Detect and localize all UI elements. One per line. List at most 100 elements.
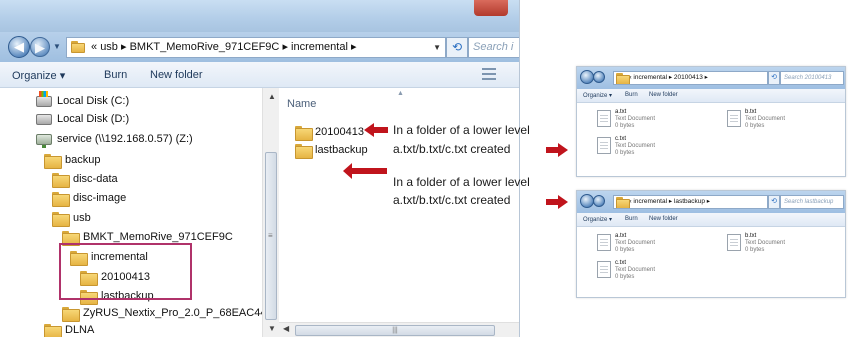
text-document-icon: [597, 261, 611, 278]
folder-icon: [52, 191, 70, 207]
file-name: a.txt: [615, 233, 627, 239]
scroll-down-arrow-icon[interactable]: ▼: [268, 324, 276, 333]
explorer-window: ◀ ▶ ▼ « usb ▸ BMKT_MemoRive_971CEF9C ▸ i…: [0, 0, 520, 337]
burn-button[interactable]: Burn: [625, 92, 638, 98]
sort-arrow-icon: ▲: [397, 90, 404, 97]
tree-item-local-disk-d[interactable]: Local Disk (D:): [36, 110, 129, 128]
refresh-icon[interactable]: ⟲: [446, 37, 468, 58]
organize-button[interactable]: Organize ▾: [12, 69, 65, 82]
file-name: b.txt: [745, 109, 757, 115]
left-arrow-icon: [364, 123, 388, 137]
forward-arrow-icon[interactable]: [593, 195, 605, 207]
file-name: a.txt: [615, 109, 627, 115]
back-arrow-icon[interactable]: [580, 70, 594, 84]
refresh-icon[interactable]: ⟲: [768, 195, 780, 209]
scroll-up-arrow-icon[interactable]: ▲: [268, 92, 276, 101]
new-folder-button[interactable]: New folder: [649, 216, 678, 222]
right-arrow-icon: [546, 143, 568, 157]
tree-item-label: DLNA: [65, 324, 95, 336]
forward-arrow-icon[interactable]: [593, 71, 605, 83]
tree-item-backup[interactable]: backup: [44, 151, 100, 169]
file-name: b.txt: [745, 233, 757, 239]
view-options-icon[interactable]: [482, 68, 496, 80]
address-separator[interactable]: ▸: [351, 41, 357, 53]
search-input[interactable]: Search i: [468, 37, 519, 58]
search-input[interactable]: Search 20100413: [780, 71, 844, 85]
address-row: « incremental ▸ 20100413 ▸ ⟲ Search 2010…: [577, 67, 845, 89]
address-bar[interactable]: « incremental ▸ lastbackup ▸: [613, 195, 768, 209]
back-arrow-icon[interactable]: ◀: [8, 36, 30, 58]
text-document-icon: [727, 234, 741, 251]
address-text[interactable]: « incremental ▸ lastbackup ▸: [628, 198, 710, 205]
annotation-line: a.txt/b.txt/c.txt created: [393, 142, 511, 156]
organize-button[interactable]: Organize ▾: [583, 92, 612, 99]
address-bar[interactable]: « usb ▸ BMKT_MemoRive_971CEF9C ▸ increme…: [66, 37, 446, 58]
address-dropdown-icon[interactable]: ▼: [433, 38, 441, 57]
close-window-button[interactable]: [474, 0, 508, 16]
new-folder-button[interactable]: New folder: [150, 69, 203, 81]
command-bar: Organize ▾ Burn New folder: [577, 213, 845, 227]
address-separator[interactable]: ▸: [121, 41, 127, 53]
file-size: 0 bytes: [615, 123, 635, 129]
nav-pane-scrollbar[interactable]: ▲ ≡ ▼: [262, 88, 279, 337]
tree-item-local-disk-c[interactable]: Local Disk (C:): [36, 90, 129, 110]
address-crumb-usb[interactable]: usb: [100, 41, 118, 53]
annotation-line: In a folder of a lower level: [393, 175, 530, 189]
scroll-grip-icon: ≡: [268, 231, 273, 240]
folder-icon: [616, 73, 630, 84]
file-size: 0 bytes: [615, 150, 635, 156]
tree-item-dlna[interactable]: DLNA: [44, 321, 94, 337]
tree-item-disc-image[interactable]: disc-image: [52, 189, 126, 207]
scroll-left-arrow-icon[interactable]: ◀: [283, 324, 289, 333]
address-bar[interactable]: « incremental ▸ 20100413 ▸: [613, 71, 768, 85]
command-bar: Organize ▾ Burn New folder: [577, 89, 845, 103]
forward-arrow-icon[interactable]: ▶: [30, 37, 50, 57]
address-crumb-memorive[interactable]: BMKT_MemoRive_971CEF9C: [130, 41, 280, 53]
text-document-icon: [727, 110, 741, 127]
tree-item-service-z[interactable]: service (\\192.168.0.57) (Z:): [36, 130, 193, 148]
elbow-arrow-icon: [343, 163, 387, 179]
annotation-line: a.txt/b.txt/c.txt created: [393, 193, 511, 207]
file-type: Text Document: [615, 143, 656, 149]
text-document-icon: [597, 234, 611, 251]
text-document-icon: [597, 110, 611, 127]
burn-button[interactable]: Burn: [625, 216, 638, 222]
file-size: 0 bytes: [745, 247, 765, 253]
folder-icon: [44, 323, 62, 337]
explorer-window-20100413: « incremental ▸ 20100413 ▸ ⟲ Search 2010…: [576, 66, 846, 177]
file-type: Text Document: [615, 267, 656, 273]
tree-item-usb[interactable]: usb: [52, 209, 91, 227]
tree-item-zyrus-nextix[interactable]: ZyRUS_Nextix_Pro_2.0_P_68EAC447: [62, 304, 273, 322]
new-folder-button[interactable]: New folder: [649, 92, 678, 98]
annotation-line: In a folder of a lower level: [393, 123, 530, 137]
content-horizontal-scrollbar[interactable]: ◀ |||: [279, 322, 519, 337]
refresh-icon[interactable]: ⟲: [768, 71, 780, 85]
text-document-icon: [597, 137, 611, 154]
search-input[interactable]: Search lastbackup: [780, 195, 844, 209]
folder-icon: [295, 125, 313, 141]
folder-item-label: lastbackup: [315, 144, 368, 156]
address-separator[interactable]: ▸: [282, 41, 288, 53]
scrollbar-thumb[interactable]: |||: [295, 325, 495, 336]
address-crumb-incremental[interactable]: incremental: [291, 41, 348, 53]
history-dropdown-icon[interactable]: ▼: [53, 42, 61, 51]
address-text[interactable]: « incremental ▸ 20100413 ▸: [628, 74, 708, 81]
file-size: 0 bytes: [615, 247, 635, 253]
organize-button[interactable]: Organize ▾: [583, 216, 612, 223]
screenshot-stage: ◀ ▶ ▼ « usb ▸ BMKT_MemoRive_971CEF9C ▸ i…: [0, 0, 848, 337]
drive-icon: [36, 113, 52, 125]
burn-button[interactable]: Burn: [104, 69, 127, 81]
tree-item-label: service (\\192.168.0.57) (Z:): [57, 133, 193, 145]
address-crumb-overflow[interactable]: «: [91, 41, 97, 53]
folder-icon: [616, 197, 630, 208]
file-name: c.txt: [615, 260, 627, 266]
name-column-header[interactable]: Name: [287, 98, 316, 110]
back-arrow-icon[interactable]: [580, 194, 594, 208]
tree-item-label: Local Disk (D:): [57, 113, 130, 125]
title-bar: [0, 0, 519, 32]
tree-item-disc-data[interactable]: disc-data: [52, 170, 118, 188]
folder-item-lastbackup[interactable]: lastbackup: [295, 142, 368, 159]
tree-item-label: disc-image: [73, 192, 127, 204]
folder-item-20100413[interactable]: 20100413: [295, 124, 364, 141]
network-drive-icon: [36, 133, 52, 148]
